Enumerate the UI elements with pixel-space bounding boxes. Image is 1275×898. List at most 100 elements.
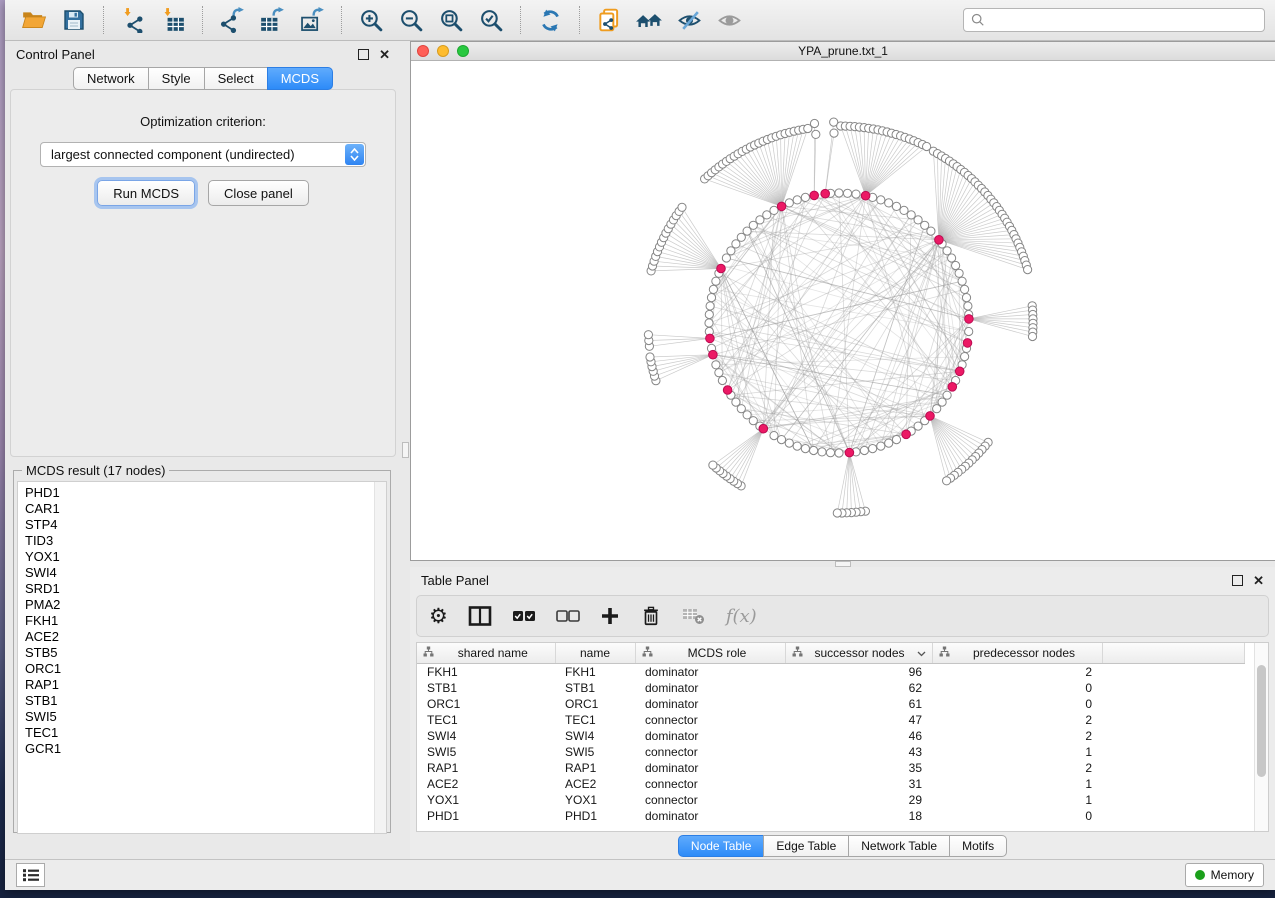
table-row[interactable]: RAP1RAP1dominator352 xyxy=(417,760,1245,776)
list-item[interactable]: ORC1 xyxy=(25,661,372,677)
table-panel: Table Panel ✕ ⚙ xyxy=(410,567,1275,859)
network-view-titlebar[interactable]: YPA_prune.txt_1 xyxy=(411,42,1275,61)
unselect-all-columns-button[interactable] xyxy=(556,610,580,622)
table-cell: 29 xyxy=(785,792,932,808)
tab-mcds[interactable]: MCDS xyxy=(267,67,333,90)
export-table-button[interactable] xyxy=(253,4,291,36)
list-item[interactable]: STB1 xyxy=(25,693,372,709)
table-row[interactable]: ORC1ORC1dominator610 xyxy=(417,696,1245,712)
save-session-button[interactable] xyxy=(55,4,93,36)
network-graph[interactable] xyxy=(411,61,1269,558)
list-item[interactable]: TEC1 xyxy=(25,725,372,741)
scrollbar-thumb[interactable] xyxy=(1257,665,1266,777)
table-row[interactable]: SWI5SWI5connector431 xyxy=(417,744,1245,760)
list-item[interactable]: RAP1 xyxy=(25,677,372,693)
status-bar: Memory xyxy=(5,859,1275,890)
delete-column-button[interactable] xyxy=(640,605,662,627)
table-row[interactable]: PHD1PHD1dominator180 xyxy=(417,808,1245,824)
list-item[interactable]: GCR1 xyxy=(25,741,372,757)
table-row[interactable]: ACE2ACE2connector311 xyxy=(417,776,1245,792)
refresh-button[interactable] xyxy=(531,4,569,36)
optimization-criterion-select[interactable]: largest connected component (undirected) xyxy=(40,142,366,167)
memory-button[interactable]: Memory xyxy=(1185,863,1264,887)
task-history-button[interactable] xyxy=(16,863,45,887)
close-panel-button[interactable]: Close panel xyxy=(208,180,309,206)
list-item[interactable]: FKH1 xyxy=(25,613,372,629)
list-item[interactable]: SRD1 xyxy=(25,581,372,597)
list-item[interactable]: STP4 xyxy=(25,517,372,533)
clone-network-button[interactable] xyxy=(590,4,628,36)
list-item[interactable]: TID3 xyxy=(25,533,372,549)
zoom-out-button[interactable] xyxy=(392,4,430,36)
float-panel-icon[interactable] xyxy=(1232,575,1243,586)
zoom-selected-button[interactable] xyxy=(472,4,510,36)
open-file-button[interactable] xyxy=(15,4,53,36)
close-window-icon[interactable] xyxy=(417,45,429,57)
column-header-shared-name[interactable]: shared name xyxy=(417,643,555,664)
tab-select[interactable]: Select xyxy=(204,67,268,90)
tab-style[interactable]: Style xyxy=(148,67,205,90)
table-cell: 2 xyxy=(932,728,1102,744)
create-column-button[interactable] xyxy=(600,606,620,626)
run-mcds-button[interactable]: Run MCDS xyxy=(97,180,195,206)
close-panel-icon[interactable]: ✕ xyxy=(379,48,390,61)
table-cell xyxy=(1102,712,1245,728)
column-header-predecessor-nodes[interactable]: predecessor nodes xyxy=(932,643,1102,664)
search-input[interactable] xyxy=(990,12,1257,28)
table-scrollbar[interactable] xyxy=(1254,643,1268,831)
maximize-window-icon[interactable] xyxy=(457,45,469,57)
list-item[interactable]: YOX1 xyxy=(25,549,372,565)
list-item[interactable]: ACE2 xyxy=(25,629,372,645)
sort-indicator-icon xyxy=(917,646,926,660)
table-panel-tabs: Node TableEdge TableNetwork TableMotifs xyxy=(410,832,1275,859)
table-tab-node-table[interactable]: Node Table xyxy=(678,835,765,857)
table-row[interactable]: TEC1TEC1connector472 xyxy=(417,712,1245,728)
import-network-button[interactable] xyxy=(114,4,152,36)
column-type-icon xyxy=(642,646,653,660)
close-panel-icon[interactable]: ✕ xyxy=(1253,574,1264,587)
table-tab-network-table[interactable]: Network Table xyxy=(848,835,950,857)
export-network-button[interactable] xyxy=(213,4,251,36)
list-item[interactable]: PHD1 xyxy=(25,485,372,501)
list-item[interactable]: SWI4 xyxy=(25,565,372,581)
column-type-icon xyxy=(792,646,803,660)
float-panel-icon[interactable] xyxy=(358,49,369,60)
table-settings-button[interactable]: ⚙ xyxy=(429,606,448,627)
table-cell: dominator xyxy=(635,728,785,744)
search-box[interactable] xyxy=(963,8,1265,32)
zoom-in-button[interactable] xyxy=(352,4,390,36)
table-row[interactable]: YOX1YOX1connector291 xyxy=(417,792,1245,808)
zoom-fit-button[interactable] xyxy=(432,4,470,36)
column-header-mcds-role[interactable]: MCDS role xyxy=(635,643,785,664)
toolbar-separator xyxy=(579,6,580,34)
tab-network[interactable]: Network xyxy=(73,67,149,90)
minimize-window-icon[interactable] xyxy=(437,45,449,57)
show-columns-button[interactable] xyxy=(468,605,492,627)
column-header-successor-nodes[interactable]: successor nodes xyxy=(785,643,932,664)
delete-table-button[interactable] xyxy=(682,607,706,625)
list-scrollbar[interactable] xyxy=(374,482,386,833)
select-all-columns-button[interactable] xyxy=(512,610,536,622)
list-item[interactable]: STB5 xyxy=(25,645,372,661)
table-row[interactable]: STB1STB1dominator620 xyxy=(417,680,1245,696)
list-item[interactable]: CAR1 xyxy=(25,501,372,517)
list-item[interactable]: SWI5 xyxy=(25,709,372,725)
vertical-splitter[interactable] xyxy=(401,41,410,859)
table-cell: connector xyxy=(635,776,785,792)
list-item[interactable]: PMA2 xyxy=(25,597,372,613)
network-canvas[interactable] xyxy=(411,61,1275,560)
table-tab-edge-table[interactable]: Edge Table xyxy=(763,835,849,857)
table-cell: connector xyxy=(635,792,785,808)
import-table-button[interactable] xyxy=(154,4,192,36)
column-header-name[interactable]: name xyxy=(555,643,635,664)
first-neighbors-button[interactable] xyxy=(630,4,668,36)
show-all-button[interactable] xyxy=(710,4,748,36)
export-image-button[interactable] xyxy=(293,4,331,36)
mcds-result-list: PHD1CAR1STP4TID3YOX1SWI4SRD1PMA2FKH1ACE2… xyxy=(17,481,387,834)
function-builder-button[interactable]: f(x) xyxy=(726,606,757,627)
table-tab-motifs[interactable]: Motifs xyxy=(949,835,1007,857)
table-cell: SWI4 xyxy=(555,728,635,744)
hide-selected-button[interactable] xyxy=(670,4,708,36)
table-row[interactable]: FKH1FKH1dominator962 xyxy=(417,664,1245,681)
table-row[interactable]: SWI4SWI4dominator462 xyxy=(417,728,1245,744)
